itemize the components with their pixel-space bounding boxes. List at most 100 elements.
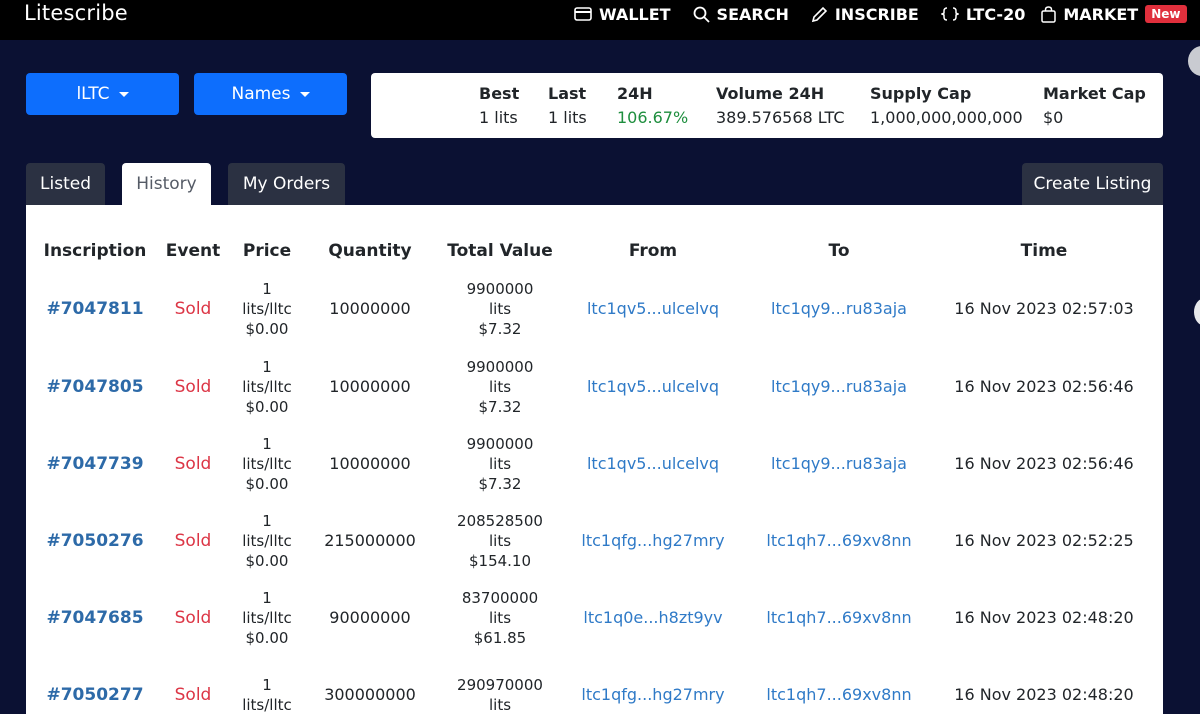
col-header-price: Price bbox=[242, 241, 292, 261]
table-row[interactable]: #7047739 Sold 1 lits/lltc $0.00 10000000… bbox=[26, 434, 1163, 512]
row-total-unit: lits bbox=[488, 609, 512, 627]
row-price-unit: lits/lltc bbox=[242, 532, 292, 550]
type-dropdown-label: Names bbox=[231, 84, 291, 104]
brand-logo[interactable]: Litescribe bbox=[24, 1, 128, 25]
table-row[interactable]: #7047811 Sold 1 lits/lltc $0.00 10000000… bbox=[26, 279, 1163, 357]
col-header-time: Time bbox=[1020, 241, 1068, 261]
row-total-value: 9900000 lits $7.32 bbox=[467, 357, 534, 417]
row-inscription-link[interactable]: #7047811 bbox=[46, 279, 143, 339]
row-quantity: 90000000 bbox=[329, 608, 411, 627]
row-price-usd: $0.00 bbox=[245, 398, 289, 416]
col-header-to: To bbox=[828, 241, 850, 261]
row-price-unit: lits/lltc bbox=[242, 300, 292, 318]
row-total-value: 208528500 lits $154.10 bbox=[457, 511, 543, 571]
stat-last-label: Last bbox=[548, 84, 587, 103]
row-from-address[interactable]: ltc1qv5...ulcelvq bbox=[587, 357, 719, 417]
nav-links: WALLET SEARCH INSCRIBE LTC-20 MARKET New bbox=[574, 0, 1200, 28]
braces-icon bbox=[940, 6, 959, 22]
row-time: 16 Nov 2023 02:52:25 bbox=[954, 531, 1134, 550]
caret-down-icon bbox=[118, 91, 129, 97]
floating-side-handle[interactable] bbox=[1194, 298, 1200, 326]
stat-market-cap: Market Cap $0 bbox=[1043, 84, 1146, 127]
row-total-unit: lits bbox=[488, 532, 512, 550]
row-from-address[interactable]: ltc1qfg...hg27mry bbox=[581, 511, 724, 571]
stat-market-cap-label: Market Cap bbox=[1043, 84, 1146, 103]
row-price-unit: lits/lltc bbox=[242, 378, 292, 396]
token-dropdown[interactable]: lLTC bbox=[26, 73, 179, 115]
row-total-usd: $61.85 bbox=[473, 629, 527, 647]
row-total-usd: $7.32 bbox=[478, 320, 522, 338]
table-row[interactable]: #7047805 Sold 1 lits/lltc $0.00 10000000… bbox=[26, 357, 1163, 435]
row-inscription-link[interactable]: #7050277 bbox=[46, 665, 143, 714]
stat-24h-value: 106.67% bbox=[617, 108, 689, 127]
row-from-address[interactable]: ltc1qv5...ulcelvq bbox=[587, 279, 719, 339]
row-from-address[interactable]: ltc1q0e...h8zt9yv bbox=[583, 588, 722, 648]
row-event: Sold bbox=[174, 531, 212, 551]
nav-inscribe[interactable]: INSCRIBE bbox=[811, 5, 919, 24]
row-to-address[interactable]: ltc1qy9...ru83aja bbox=[771, 434, 907, 494]
col-header-event: Event bbox=[165, 241, 221, 261]
row-time: 16 Nov 2023 02:57:03 bbox=[954, 299, 1134, 318]
stat-best: Best 1 lits bbox=[479, 84, 519, 127]
nav-search-label: SEARCH bbox=[716, 4, 789, 24]
bag-icon bbox=[1041, 5, 1057, 23]
table-row[interactable]: #7050277 Sold 1 lits/lltc 300000000 2909… bbox=[26, 665, 1163, 714]
row-event: Sold bbox=[174, 454, 212, 474]
nav-market[interactable]: MARKET New bbox=[1041, 4, 1187, 24]
nav-search[interactable]: SEARCH bbox=[693, 5, 789, 24]
nav-market-label: MARKET bbox=[1063, 4, 1139, 24]
row-to-address[interactable]: ltc1qy9...ru83aja bbox=[771, 279, 907, 339]
stat-market-cap-value: $0 bbox=[1043, 108, 1064, 127]
pencil-icon bbox=[811, 6, 828, 23]
nav-ltc20[interactable]: LTC-20 bbox=[940, 5, 1025, 24]
row-event: Sold bbox=[174, 299, 212, 319]
row-event: Sold bbox=[174, 377, 212, 397]
row-time: 16 Nov 2023 02:48:20 bbox=[954, 685, 1134, 704]
row-price: 1 lits/lltc $0.00 bbox=[242, 434, 292, 494]
table-row[interactable]: #7050276 Sold 1 lits/lltc $0.00 21500000… bbox=[26, 511, 1163, 589]
create-listing-button[interactable]: Create Listing bbox=[1022, 163, 1163, 205]
row-total-unit: lits bbox=[488, 455, 512, 473]
row-from-address[interactable]: ltc1qv5...ulcelvq bbox=[587, 434, 719, 494]
table-row[interactable]: #7047685 Sold 1 lits/lltc $0.00 90000000… bbox=[26, 588, 1163, 666]
row-total-amount: 208528500 bbox=[457, 512, 543, 530]
row-price-usd: $0.00 bbox=[245, 552, 289, 570]
tab-listed[interactable]: Listed bbox=[26, 163, 105, 205]
row-price-value: 1 bbox=[262, 358, 272, 376]
row-price: 1 lits/lltc $0.00 bbox=[242, 357, 292, 417]
row-quantity: 300000000 bbox=[324, 685, 416, 704]
market-stats-card: Best 1 lits Last 1 lits 24H 106.67% Volu… bbox=[371, 73, 1163, 138]
row-price-value: 1 bbox=[262, 589, 272, 607]
wallet-icon bbox=[574, 6, 592, 22]
row-quantity: 10000000 bbox=[329, 299, 411, 318]
nav-wallet[interactable]: WALLET bbox=[574, 5, 671, 24]
row-quantity: 10000000 bbox=[329, 377, 411, 396]
stat-best-label: Best bbox=[479, 84, 520, 103]
caret-down-icon bbox=[299, 91, 310, 97]
tab-history[interactable]: History bbox=[122, 163, 211, 205]
history-table: Inscription Event Price Quantity Total V… bbox=[26, 205, 1163, 714]
row-to-address[interactable]: ltc1qh7...69xv8nn bbox=[766, 665, 911, 714]
row-from-address[interactable]: ltc1qfg...hg27mry bbox=[581, 665, 724, 714]
row-price-usd: $0.00 bbox=[245, 320, 289, 338]
row-inscription-link[interactable]: #7047805 bbox=[46, 357, 143, 417]
row-inscription-link[interactable]: #7050276 bbox=[46, 511, 143, 571]
type-dropdown[interactable]: Names bbox=[194, 73, 347, 115]
search-icon bbox=[693, 6, 710, 23]
row-total-unit: lits bbox=[488, 696, 512, 714]
floating-scroll-handle[interactable] bbox=[1188, 46, 1200, 76]
row-to-address[interactable]: ltc1qy9...ru83aja bbox=[771, 357, 907, 417]
row-total-value: 9900000 lits $7.32 bbox=[467, 434, 534, 494]
tab-my-orders[interactable]: My Orders bbox=[228, 163, 345, 205]
row-total-amount: 9900000 bbox=[466, 280, 534, 298]
nav-inscribe-label: INSCRIBE bbox=[834, 4, 919, 24]
row-inscription-link[interactable]: #7047739 bbox=[46, 434, 143, 494]
row-inscription-link[interactable]: #7047685 bbox=[46, 588, 143, 648]
row-to-address[interactable]: ltc1qh7...69xv8nn bbox=[766, 511, 911, 571]
row-total-value: 290970000 lits bbox=[457, 665, 543, 714]
row-time: 16 Nov 2023 02:56:46 bbox=[954, 454, 1134, 473]
row-total-usd: $7.32 bbox=[478, 475, 522, 493]
row-price-usd: $0.00 bbox=[245, 475, 289, 493]
row-total-amount: 9900000 bbox=[466, 358, 534, 376]
row-to-address[interactable]: ltc1qh7...69xv8nn bbox=[766, 588, 911, 648]
